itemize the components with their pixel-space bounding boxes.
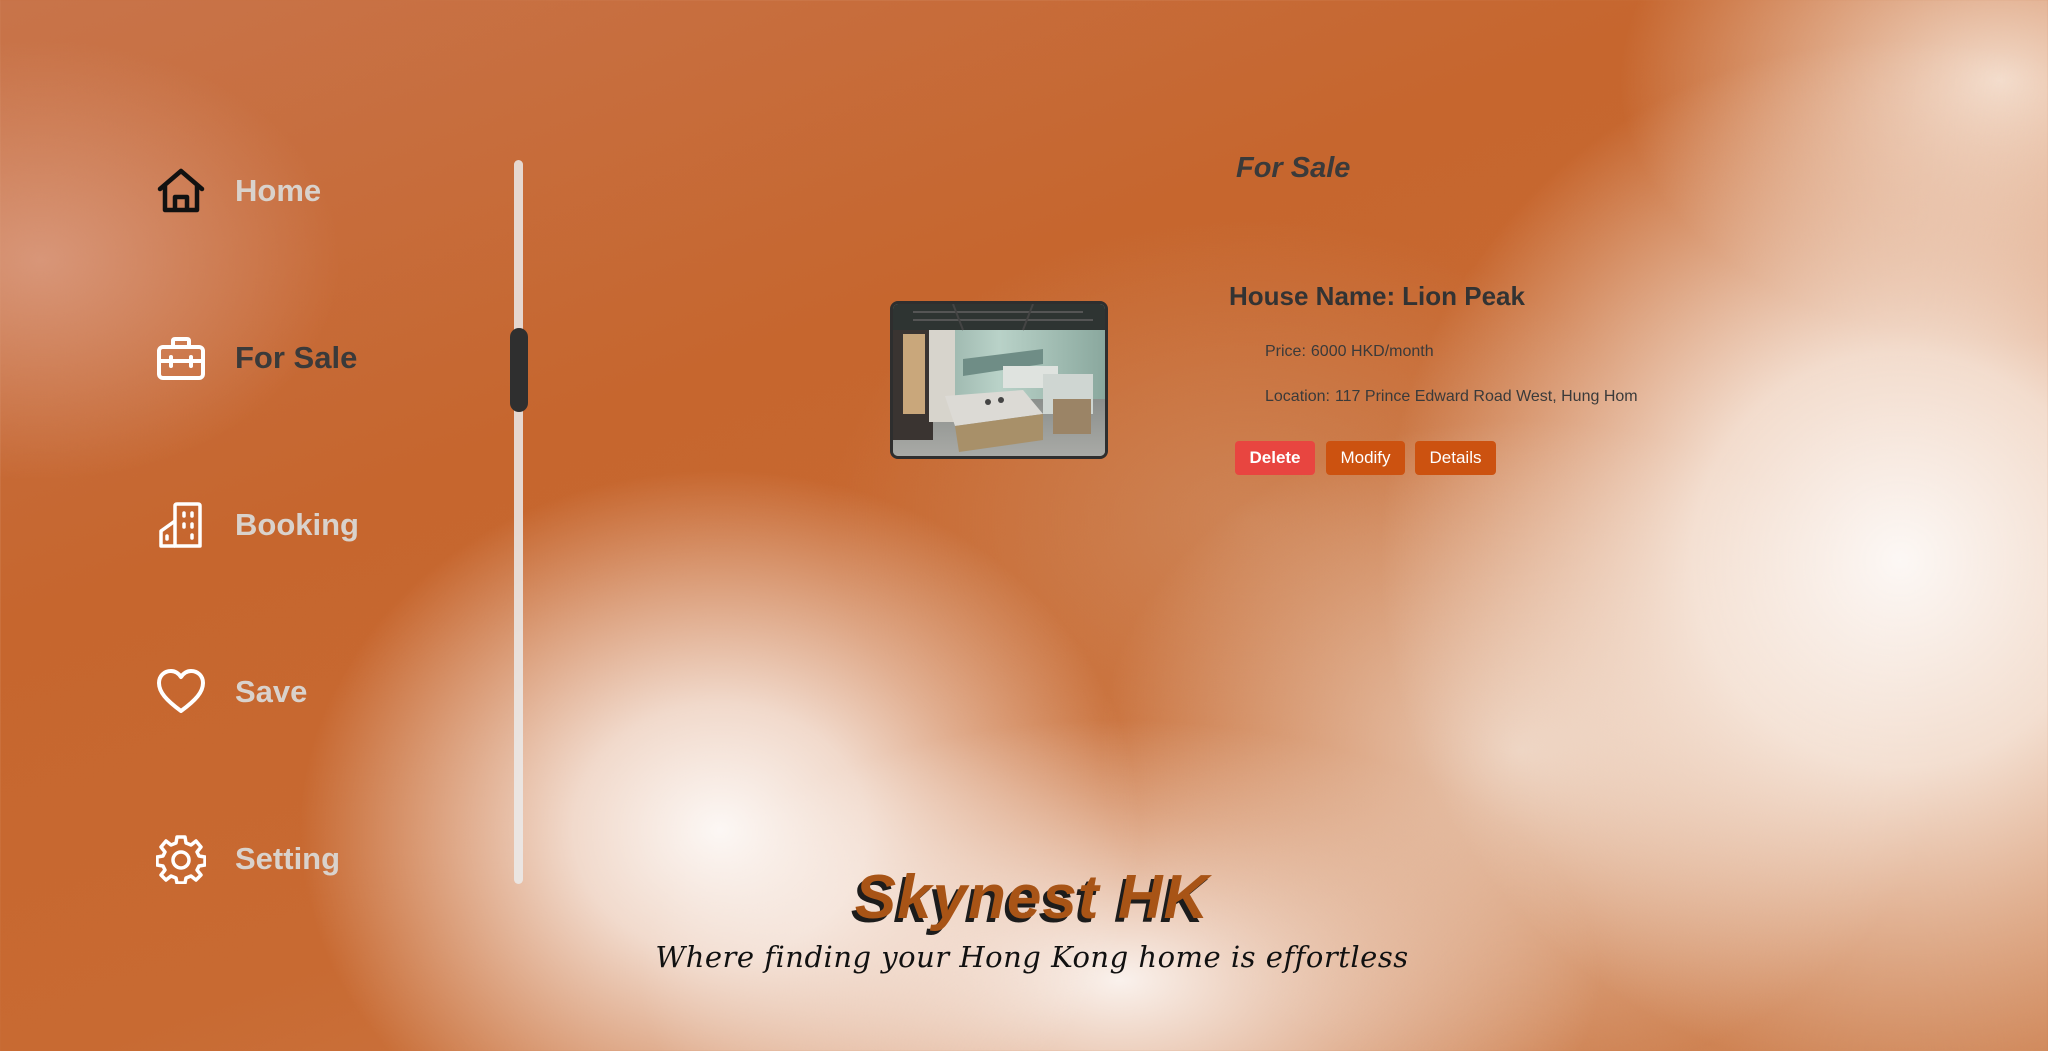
- house-name-value: Lion Peak: [1402, 281, 1525, 311]
- house-icon: [155, 165, 207, 217]
- sidebar-item-label: Home: [235, 173, 322, 208]
- sidebar-item-label: For Sale: [235, 340, 358, 375]
- sidebar-item-label: Save: [235, 674, 308, 709]
- details-button[interactable]: Details: [1415, 441, 1496, 475]
- sidebar-scrollbar-track[interactable]: [514, 160, 523, 884]
- page-title: For Sale: [1236, 152, 1351, 184]
- listing-price: Price: 6000 HKD/month: [1265, 343, 1434, 361]
- sidebar-item-for-sale[interactable]: For Sale: [155, 330, 357, 386]
- kitchen-image: [893, 304, 1105, 456]
- sidebar-item-booking[interactable]: Booking: [155, 497, 359, 553]
- house-name-label: House Name:: [1229, 281, 1396, 311]
- price-value: 6000 HKD/month: [1310, 343, 1434, 360]
- heart-icon: [155, 666, 207, 718]
- listing-photo[interactable]: [890, 301, 1108, 459]
- sidebar-scrollbar-thumb[interactable]: [510, 328, 528, 412]
- modify-button[interactable]: Modify: [1326, 441, 1405, 475]
- briefcase-icon: [155, 332, 207, 384]
- brand-tagline: Where finding your Hong Kong home is eff…: [655, 940, 1409, 974]
- price-label: Price:: [1265, 343, 1306, 360]
- location-label: Location:: [1265, 388, 1330, 405]
- sidebar-item-save[interactable]: Save: [155, 664, 307, 720]
- listing-house-name: House Name: Lion Peak: [1229, 281, 1525, 312]
- sidebar-item-label: Booking: [235, 507, 359, 542]
- listing-location: Location: 117 Prince Edward Road West, Hu…: [1265, 388, 1638, 406]
- brand-logo-title: Skynest HK: [854, 863, 1210, 932]
- delete-button[interactable]: Delete: [1235, 441, 1315, 475]
- building-icon: [155, 499, 207, 551]
- location-value: 117 Prince Edward Road West, Hung Hom: [1334, 388, 1638, 405]
- sidebar-item-home[interactable]: Home: [155, 163, 321, 219]
